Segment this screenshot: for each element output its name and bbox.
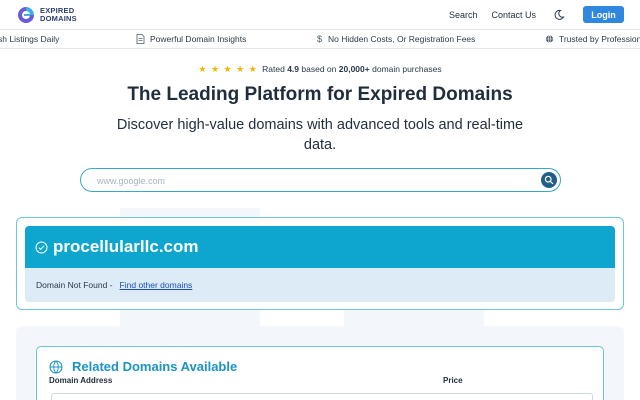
page-subtitle: Discover high-value domains with advance… bbox=[116, 117, 524, 153]
dollar-icon: $ bbox=[317, 34, 323, 44]
search-button[interactable] bbox=[541, 172, 557, 188]
table-row bbox=[51, 393, 593, 400]
result-header: procellularllc.com bbox=[25, 226, 615, 268]
ticker-label: No Hidden Costs, Or Registration Fees bbox=[328, 34, 476, 44]
ticker-item-listings: sh Listings Daily bbox=[0, 34, 59, 44]
login-button[interactable]: Login bbox=[583, 6, 624, 23]
globe-icon bbox=[545, 35, 554, 43]
column-header-price: Price bbox=[443, 376, 463, 385]
related-title-text: Related Domains Available bbox=[72, 359, 238, 374]
nav-contact-link[interactable]: Contact Us bbox=[491, 10, 536, 20]
status-text: Domain Not Found - bbox=[36, 280, 113, 290]
document-icon bbox=[136, 34, 145, 44]
rating-prefix: Rated bbox=[262, 64, 285, 74]
ticker-label: Trusted by Professiona bbox=[559, 34, 640, 44]
result-status: Domain Not Found - Find other domains bbox=[25, 268, 615, 302]
globe-icon bbox=[49, 359, 63, 374]
top-header: EXPIRED DOMAINS Search Contact Us Login bbox=[0, 0, 640, 29]
search-icon bbox=[544, 175, 554, 185]
search-result-card: procellularllc.com Domain Not Found - Fi… bbox=[16, 217, 624, 310]
result-domain-name: procellularllc.com bbox=[53, 237, 199, 256]
related-domains-card: Related Domains Available Domain Address… bbox=[36, 346, 604, 400]
rating-line: ★ ★ ★ ★ ★ Rated 4.9 based on 20,000+ dom… bbox=[0, 64, 640, 75]
rating-score: 4.9 bbox=[287, 64, 300, 74]
search-input[interactable] bbox=[97, 173, 537, 188]
rating-suffix: domain purchases bbox=[372, 64, 442, 74]
logo-line-2: DOMAINS bbox=[40, 13, 77, 23]
find-other-domains-link[interactable]: Find other domains bbox=[120, 280, 193, 290]
main-nav: Search Contact Us Login bbox=[449, 6, 624, 23]
domain-search-bar bbox=[80, 168, 561, 192]
rating-middle: based on bbox=[301, 64, 337, 74]
star-rating-icons: ★ ★ ★ ★ ★ bbox=[198, 64, 258, 74]
related-title: Related Domains Available bbox=[49, 359, 237, 374]
check-circle-icon bbox=[35, 241, 48, 253]
logo[interactable]: EXPIRED DOMAINS bbox=[16, 5, 77, 25]
ticker-item-no-costs: $ No Hidden Costs, Or Registration Fees bbox=[317, 34, 475, 44]
ticker-label: Powerful Domain Insights bbox=[150, 34, 247, 44]
rating-count: 20,000+ bbox=[338, 64, 370, 74]
ticker-item-trusted: Trusted by Professiona bbox=[545, 34, 640, 44]
ticker-item-insights: Powerful Domain Insights bbox=[136, 34, 246, 44]
logo-text: EXPIRED DOMAINS bbox=[40, 6, 77, 23]
page-title: The Leading Platform for Expired Domains bbox=[127, 84, 513, 105]
logo-icon bbox=[18, 6, 34, 23]
dark-mode-moon-icon[interactable] bbox=[553, 9, 565, 21]
column-header-domain: Domain Address bbox=[49, 376, 113, 385]
ticker-label: sh Listings Daily bbox=[0, 34, 60, 44]
feature-ticker: sh Listings Daily Powerful Domain Insigh… bbox=[0, 29, 640, 49]
nav-search-link[interactable]: Search bbox=[449, 10, 478, 20]
